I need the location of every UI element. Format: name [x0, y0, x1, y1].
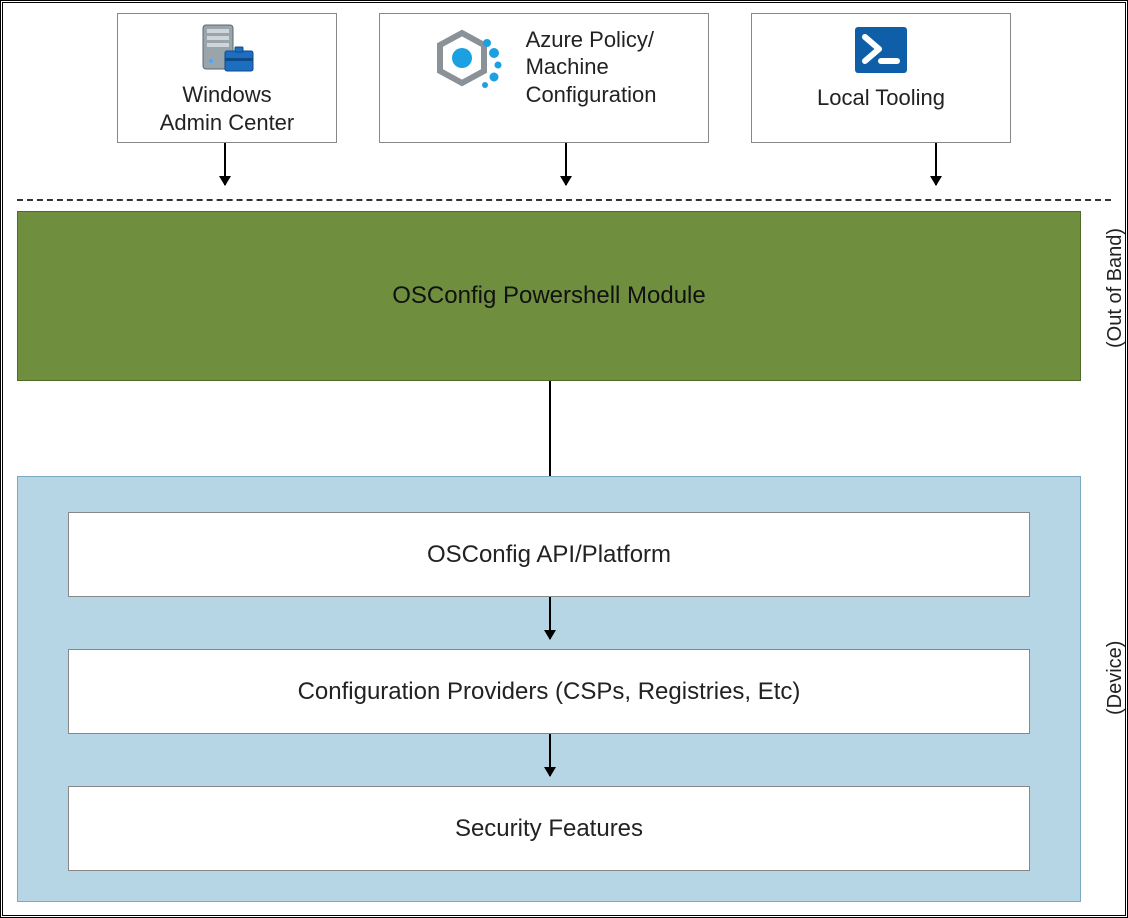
inner-arrow	[68, 734, 1030, 786]
top-card-row: Windows Admin Center	[17, 13, 1111, 143]
arrow-down-icon	[935, 143, 937, 185]
boundary-dashed-line	[17, 199, 1111, 201]
inner-arrow	[68, 597, 1030, 649]
green-box-label: OSConfig Powershell Module	[392, 282, 706, 310]
card-azure-policy: Azure Policy/ Machine Configuration	[379, 13, 709, 143]
arrow-down-icon	[549, 597, 551, 639]
device-container: OSConfig API/Platform Configuration Prov…	[17, 476, 1081, 902]
arrow-down-icon	[224, 143, 226, 185]
server-icon	[197, 20, 257, 77]
card-label: Configuration Providers (CSPs, Registrie…	[298, 678, 801, 706]
card-osconfig-api: OSConfig API/Platform	[68, 512, 1030, 597]
arrow-down-icon	[549, 734, 551, 776]
arrow-down-icon	[565, 143, 567, 185]
side-label-out-of-band: (Out of Band)	[1104, 203, 1127, 373]
card-windows-admin-center: Windows Admin Center	[117, 13, 337, 143]
powershell-icon	[851, 20, 911, 80]
card-label: Security Features	[455, 815, 643, 843]
azure-policy-icon	[432, 20, 512, 110]
card-label: Azure Policy/ Machine Configuration	[526, 26, 657, 109]
card-local-tooling: Local Tooling	[751, 13, 1011, 143]
card-label: Local Tooling	[817, 84, 945, 112]
osconfig-powershell-module: OSConfig Powershell Module	[17, 211, 1081, 381]
card-security-features: Security Features	[68, 786, 1030, 871]
top-arrow-row	[17, 143, 1111, 195]
card-configuration-providers: Configuration Providers (CSPs, Registrie…	[68, 649, 1030, 734]
mid-arrow-wrap	[17, 381, 1081, 476]
side-label-device: (Device)	[1104, 463, 1127, 893]
card-label: Windows Admin Center	[160, 81, 295, 136]
card-label: OSConfig API/Platform	[427, 541, 671, 569]
diagram-frame: Windows Admin Center	[0, 0, 1128, 918]
